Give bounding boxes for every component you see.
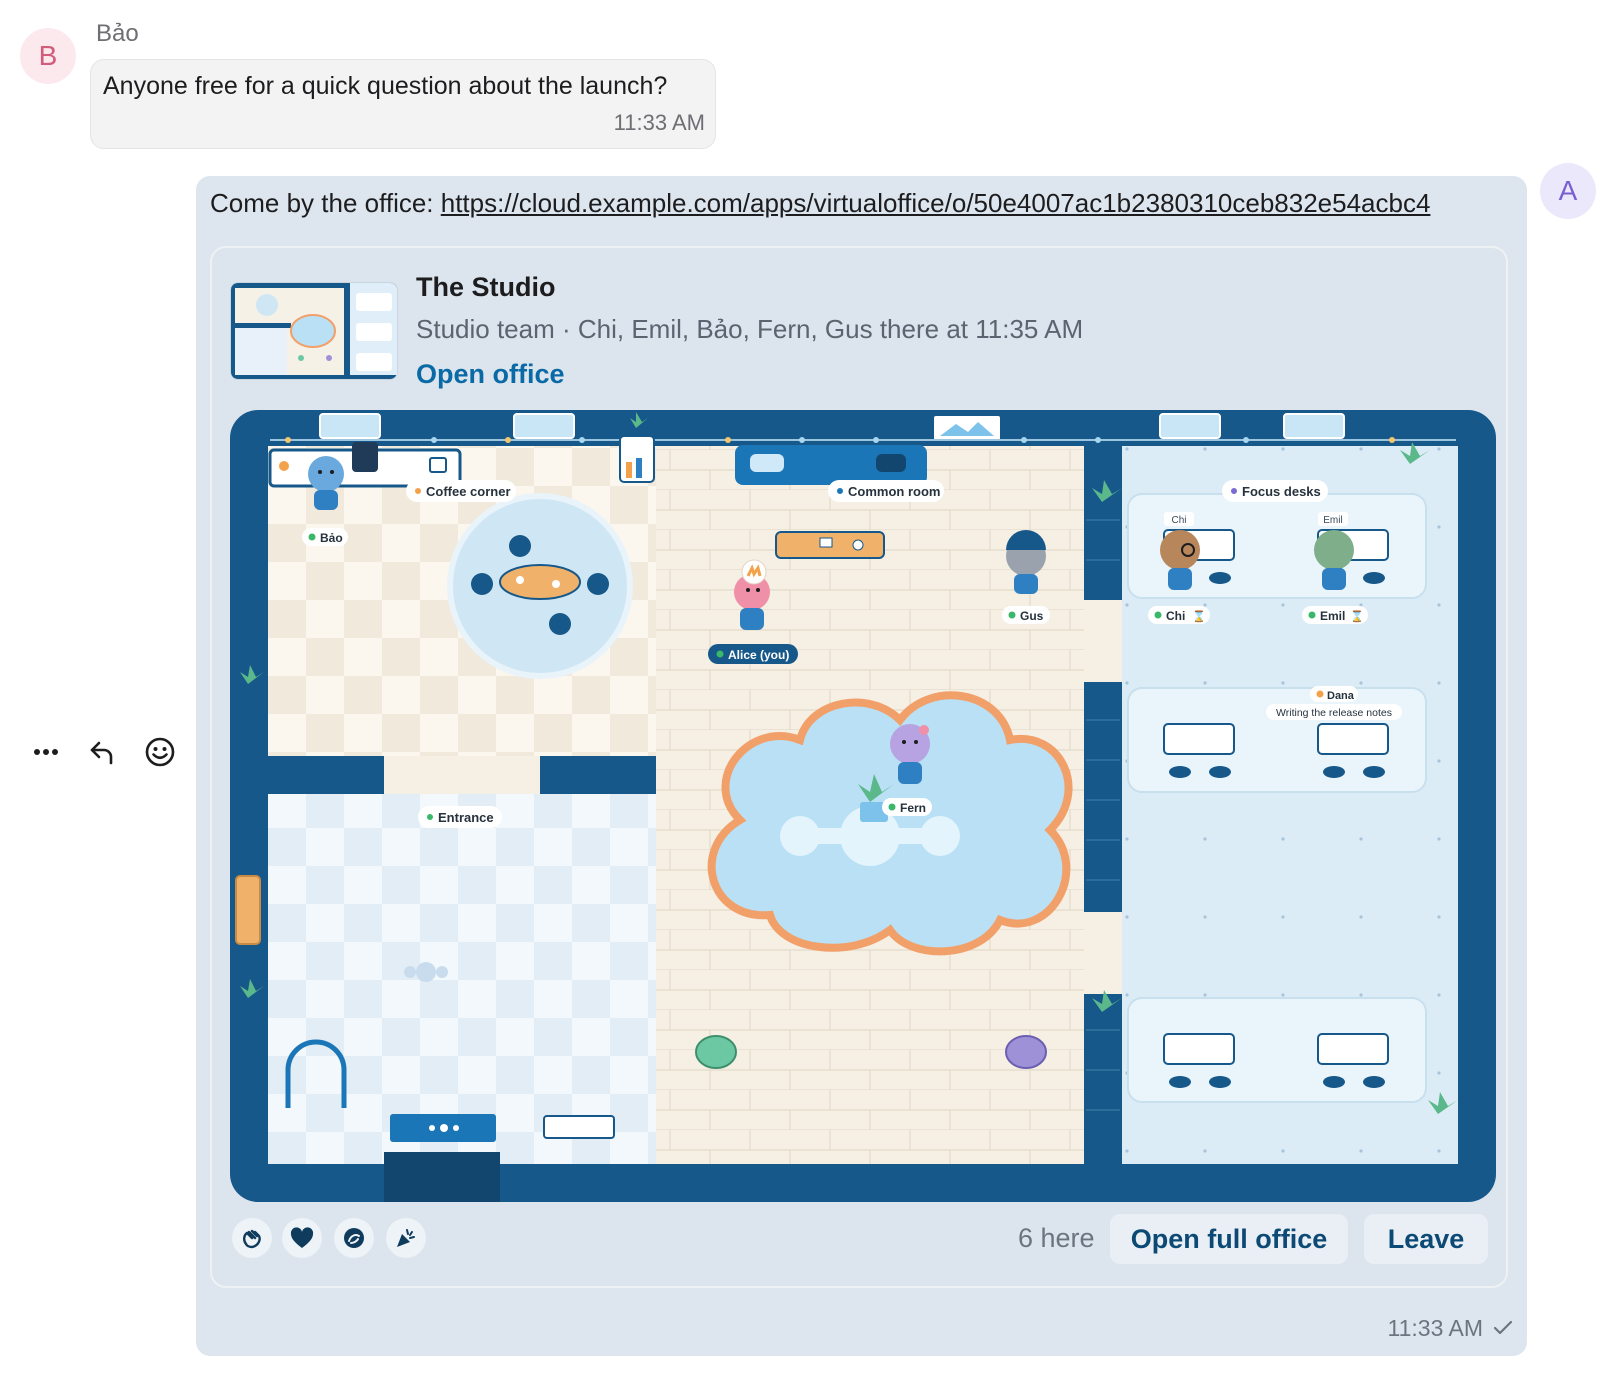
outgoing-message-bubble: Come by the office: https://cloud.exampl…	[196, 176, 1527, 1356]
svg-text:Dana: Dana	[1327, 690, 1355, 702]
svg-text:Bảo: Bảo	[320, 531, 343, 545]
svg-text:Fern: Fern	[900, 801, 926, 815]
room-label-entrance-text: Entrance	[438, 810, 494, 825]
sent-check-icon	[1493, 1316, 1513, 1342]
sparkle-icon[interactable]	[334, 1218, 374, 1258]
name-tag-dana: Dana	[1310, 686, 1358, 702]
svg-text:Gus: Gus	[1020, 609, 1044, 623]
room-label-coffee[interactable]: Coffee corner	[406, 480, 516, 502]
more-icon[interactable]	[24, 728, 68, 776]
open-office-link[interactable]: Open office	[416, 359, 565, 390]
svg-text:Writing the release notes: Writing the release notes	[1276, 707, 1392, 719]
avatar-letter: A	[1558, 175, 1578, 206]
desk-tag-chi: Chi	[1171, 515, 1186, 526]
office-thumbnail[interactable]	[230, 282, 398, 380]
name-tag-chi: Chi ⌛	[1148, 606, 1210, 624]
name-tag-alice: Alice (you)	[708, 644, 798, 664]
room-label-common-text: Common room	[848, 484, 940, 499]
svg-text:Chi: Chi	[1166, 609, 1185, 623]
leave-button[interactable]: Leave	[1364, 1214, 1488, 1264]
svg-text:⌛: ⌛	[1350, 610, 1364, 623]
party-icon[interactable]	[386, 1218, 426, 1258]
office-subtitle: Studio team · Chi, Emil, Bảo, Fern, Gus …	[416, 314, 1084, 344]
avatar-letter: B	[38, 40, 58, 71]
incoming-message-bubble: Anyone free for a quick question about t…	[90, 59, 716, 149]
room-label-common[interactable]: Common room	[828, 480, 944, 502]
room-label-focus-text: Focus desks	[1242, 484, 1321, 499]
name-tag-emil: Emil ⌛	[1302, 606, 1368, 624]
room-label-entrance[interactable]: Entrance	[418, 806, 502, 828]
status-bubble-dana: Writing the release notes	[1266, 704, 1402, 720]
desk-tag-emil: Emil	[1323, 515, 1342, 526]
sender-avatar[interactable]: B	[20, 28, 76, 84]
sender-name: Bảo	[96, 20, 139, 47]
message-text: Anyone free for a quick question about t…	[103, 72, 668, 100]
intro-text: Come by the office:	[210, 188, 441, 218]
message-actions	[24, 728, 184, 778]
open-full-office-button[interactable]: Open full office	[1110, 1214, 1348, 1264]
name-tag-fern: Fern	[882, 798, 932, 816]
message-text: Come by the office: https://cloud.exampl…	[210, 188, 1430, 219]
wave-icon[interactable]	[232, 1218, 272, 1258]
name-tag-bao: Bảo	[302, 528, 348, 546]
office-map[interactable]: Chi Emil Coffee corner Common room Focus…	[230, 410, 1496, 1202]
card-footer: 6 here Open full office Leave	[230, 1208, 1496, 1268]
message-time: 11:33 AM	[1387, 1315, 1483, 1341]
emoji-icon[interactable]	[138, 728, 182, 776]
reply-icon[interactable]	[80, 728, 124, 776]
room-label-focus[interactable]: Focus desks	[1222, 480, 1328, 502]
message-time: 11:33 AM	[613, 110, 705, 135]
office-title: The Studio	[416, 272, 556, 302]
people-here-count: 6 here	[1018, 1223, 1095, 1253]
svg-text:⌛: ⌛	[1192, 610, 1206, 623]
office-url-link[interactable]: https://cloud.example.com/apps/virtualof…	[441, 188, 1431, 218]
room-label-coffee-text: Coffee corner	[426, 484, 511, 499]
office-preview-card: The Studio Studio team · Chi, Emil, Bảo,…	[210, 246, 1508, 1288]
heart-icon[interactable]	[282, 1218, 322, 1258]
svg-text:Emil: Emil	[1320, 609, 1345, 623]
own-avatar[interactable]: A	[1540, 163, 1596, 219]
svg-text:Alice (you): Alice (you)	[728, 648, 789, 662]
name-tag-gus: Gus	[1002, 606, 1050, 624]
